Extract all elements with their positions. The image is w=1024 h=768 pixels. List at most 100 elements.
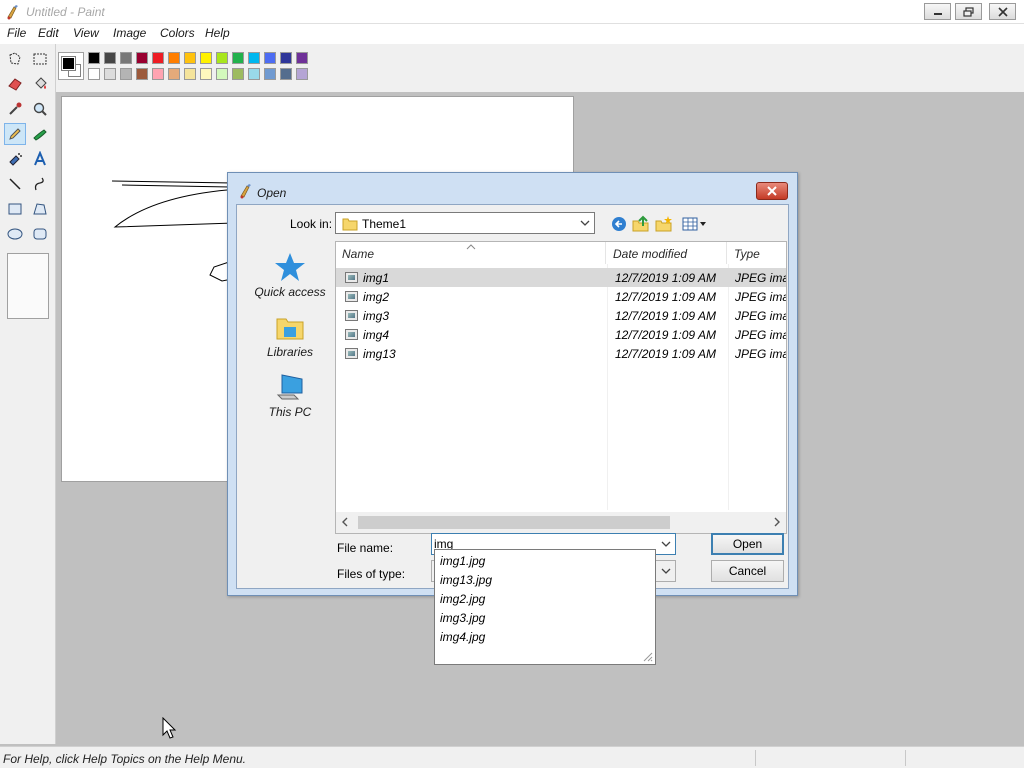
color-swatch[interactable]	[264, 52, 276, 64]
fill-bucket-tool[interactable]	[29, 73, 51, 95]
menu-file[interactable]: File	[7, 26, 26, 40]
autocomplete-item[interactable]: img1.jpg	[440, 554, 485, 568]
close-button[interactable]	[989, 3, 1016, 20]
up-folder-button[interactable]	[632, 215, 650, 233]
color-swatch[interactable]	[296, 52, 308, 64]
scroll-left-icon[interactable]	[339, 516, 351, 528]
color-swatch[interactable]	[120, 52, 132, 64]
dialog-body: Look in: Theme1 Quick access Libraries T…	[236, 204, 789, 589]
color-swatch[interactable]	[216, 68, 228, 80]
brush-tool[interactable]	[29, 123, 51, 145]
color-swatch[interactable]	[248, 52, 260, 64]
open-button[interactable]: Open	[711, 533, 784, 555]
eraser-icon	[8, 78, 22, 91]
line-icon	[9, 178, 21, 190]
view-menu-button[interactable]	[681, 215, 709, 233]
file-row[interactable]: img3 12/7/2019 1:09 AM JPEG image	[336, 306, 786, 325]
color-swatch[interactable]	[232, 68, 244, 80]
color-swatch[interactable]	[168, 68, 180, 80]
color-swatch[interactable]	[200, 52, 212, 64]
ellipse-tool[interactable]	[4, 223, 26, 245]
file-name: img3	[363, 309, 390, 323]
color-swatch[interactable]	[248, 68, 260, 80]
horizontal-scrollbar[interactable]	[336, 512, 786, 533]
eraser-tool[interactable]	[4, 73, 26, 95]
rectangle-tool[interactable]	[4, 198, 26, 220]
menu-view[interactable]: View	[73, 26, 99, 40]
image-file-icon	[345, 310, 358, 321]
scrollbar-thumb[interactable]	[358, 516, 670, 529]
color-swatch[interactable]	[184, 52, 196, 64]
pencil-icon	[9, 128, 21, 140]
place-libraries[interactable]: Libraries	[245, 311, 335, 359]
color-picker-icon	[9, 102, 22, 115]
file-row[interactable]: img1 12/7/2019 1:09 AM JPEG image	[336, 268, 786, 287]
color-swatch[interactable]	[280, 68, 292, 80]
restore-button[interactable]	[955, 3, 982, 20]
color-swatch[interactable]	[296, 68, 308, 80]
color-swatch[interactable]	[104, 68, 116, 80]
color-swatch[interactable]	[200, 68, 212, 80]
up-folder-icon	[632, 215, 649, 232]
look-in-value: Theme1	[362, 217, 407, 231]
place-quick-access[interactable]: Quick access	[245, 251, 335, 299]
color-swatch[interactable]	[168, 52, 180, 64]
autocomplete-item[interactable]: img4.jpg	[440, 630, 485, 644]
polygon-tool[interactable]	[29, 198, 51, 220]
back-button[interactable]	[610, 215, 628, 233]
color-swatch[interactable]	[88, 52, 100, 64]
color-swatch[interactable]	[88, 68, 100, 80]
free-form-select-tool[interactable]	[4, 48, 26, 70]
magnifier-tool[interactable]	[29, 98, 51, 120]
place-label: This PC	[268, 405, 312, 419]
file-type: JPEG image	[735, 290, 786, 304]
color-swatch[interactable]	[152, 52, 164, 64]
file-list[interactable]: Name Date modified Type img1 12/7/2019 1…	[335, 241, 787, 534]
column-header-date[interactable]: Date modified	[607, 242, 727, 264]
text-tool[interactable]	[29, 148, 51, 170]
autocomplete-item[interactable]: img2.jpg	[440, 592, 485, 606]
new-folder-button[interactable]	[655, 215, 673, 233]
color-swatch[interactable]	[280, 52, 292, 64]
pencil-tool[interactable]	[4, 123, 26, 145]
airbrush-tool[interactable]	[4, 148, 26, 170]
column-header-name[interactable]: Name	[336, 242, 606, 264]
minimize-button[interactable]	[924, 3, 951, 20]
line-tool[interactable]	[4, 173, 26, 195]
tool-options-box[interactable]	[7, 253, 49, 319]
color-swatch[interactable]	[232, 52, 244, 64]
autocomplete-item[interactable]: img13.jpg	[440, 573, 492, 587]
scroll-right-icon[interactable]	[771, 516, 783, 528]
file-row[interactable]: img2 12/7/2019 1:09 AM JPEG image	[336, 287, 786, 306]
paint-app-icon	[240, 184, 251, 199]
color-picker-tool[interactable]	[4, 98, 26, 120]
place-this-pc[interactable]: This PC	[245, 371, 335, 419]
chevron-down-icon[interactable]	[660, 538, 672, 550]
look-in-dropdown[interactable]: Theme1	[335, 212, 595, 234]
current-colors[interactable]	[58, 52, 84, 80]
color-swatch[interactable]	[136, 52, 148, 64]
file-name-label: File name:	[337, 541, 394, 555]
rectangle-select-tool[interactable]	[29, 48, 51, 70]
menu-help[interactable]: Help	[205, 26, 230, 40]
color-swatch[interactable]	[264, 68, 276, 80]
rounded-rectangle-tool[interactable]	[29, 223, 51, 245]
color-swatch[interactable]	[104, 52, 116, 64]
dialog-close-button[interactable]	[756, 182, 788, 200]
column-header-type[interactable]: Type	[728, 242, 786, 264]
cancel-button[interactable]: Cancel	[711, 560, 784, 582]
curve-tool[interactable]	[29, 173, 51, 195]
file-row[interactable]: img4 12/7/2019 1:09 AM JPEG image	[336, 325, 786, 344]
resize-grip-icon[interactable]	[641, 650, 653, 662]
color-swatch[interactable]	[184, 68, 196, 80]
menu-image[interactable]: Image	[113, 26, 146, 40]
color-swatch[interactable]	[216, 52, 228, 64]
dialog-title: Open	[257, 186, 287, 200]
menu-edit[interactable]: Edit	[38, 26, 59, 40]
file-row[interactable]: img13 12/7/2019 1:09 AM JPEG image	[336, 344, 786, 363]
menu-colors[interactable]: Colors	[160, 26, 195, 40]
autocomplete-item[interactable]: img3.jpg	[440, 611, 485, 625]
color-swatch[interactable]	[136, 68, 148, 80]
color-swatch[interactable]	[120, 68, 132, 80]
color-swatch[interactable]	[152, 68, 164, 80]
